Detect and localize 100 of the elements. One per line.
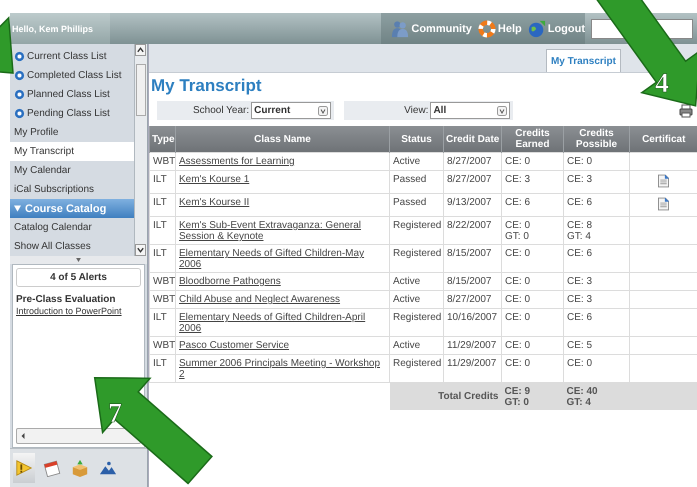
table-cell: CE: 3 bbox=[564, 170, 630, 194]
table-cell: 8/27/2007 bbox=[444, 152, 502, 170]
table-cell: CE: 6 bbox=[502, 194, 564, 216]
caret-icon[interactable] bbox=[19, 432, 27, 440]
tab[interactable]: My Transcript bbox=[546, 49, 621, 72]
table-cell: CE: 3 bbox=[564, 272, 630, 290]
sidebar-item[interactable]: iCal Subscriptions bbox=[10, 180, 134, 199]
chevron-icon bbox=[318, 106, 328, 116]
table-cell: WBT bbox=[150, 152, 176, 170]
column-header[interactable]: Credit Date bbox=[444, 126, 502, 152]
table-cell: CE: 6 bbox=[564, 244, 630, 272]
column-header[interactable]: Status bbox=[390, 126, 444, 152]
column-header[interactable]: Credits Possible bbox=[564, 126, 630, 152]
table-cell: Active bbox=[390, 290, 444, 308]
table-cell: CE: 5 bbox=[564, 336, 630, 354]
document-icon[interactable] bbox=[658, 197, 669, 211]
triangle-icon bbox=[14, 205, 21, 212]
table-cell: CE: 3 bbox=[564, 290, 630, 308]
warning-icon[interactable] bbox=[15, 459, 33, 477]
dropdown[interactable]: All bbox=[430, 102, 510, 119]
caret-icon[interactable] bbox=[135, 44, 146, 56]
field-label: School Year: bbox=[193, 105, 250, 116]
total-cell: CE: 40 GT: 4 bbox=[564, 382, 630, 410]
sidebar-item[interactable]: My Transcript bbox=[10, 142, 134, 161]
lifebuoy-icon bbox=[478, 20, 496, 38]
total-label: Total Credits bbox=[437, 391, 498, 402]
table-cell: 8/15/2007 bbox=[444, 272, 502, 290]
sidebar-item[interactable]: My Calendar bbox=[10, 161, 134, 180]
total-cell: CE: 9 GT: 0 bbox=[502, 382, 564, 410]
table-cell: CE: 0 bbox=[502, 336, 564, 354]
alert-count: 4 of 5 Alerts bbox=[16, 268, 141, 287]
sidebar-item[interactable]: Current Class List bbox=[10, 47, 134, 66]
table-cell: CE: 6 bbox=[564, 194, 630, 216]
field-label: View: bbox=[404, 105, 428, 116]
table-cell: 8/27/2007 bbox=[444, 290, 502, 308]
callout-number: 4 bbox=[655, 68, 669, 99]
sidebar-item[interactable]: Completed Class List bbox=[10, 66, 134, 85]
table-cell: Registered bbox=[390, 244, 444, 272]
table-cell: CE: 8 GT: 4 bbox=[564, 216, 630, 244]
document-icon[interactable] bbox=[658, 174, 669, 188]
page-title: My Transcript bbox=[151, 76, 262, 97]
table-cell: CE: 0 bbox=[502, 152, 564, 170]
table-cell: CE: 0 bbox=[564, 152, 630, 170]
calendar-icon[interactable] bbox=[43, 459, 61, 477]
table-cell: WBT bbox=[150, 290, 176, 308]
sidebar-item[interactable]: Pending Class List bbox=[10, 104, 134, 123]
table-cell: Active bbox=[390, 272, 444, 290]
globe-icon bbox=[528, 20, 546, 38]
table-cell: WBT bbox=[150, 336, 176, 354]
people-icon bbox=[391, 20, 410, 38]
mountains-icon[interactable] bbox=[99, 459, 117, 477]
table-cell: Active bbox=[390, 152, 444, 170]
column-header[interactable]: Certificat bbox=[630, 126, 697, 152]
table-cell: 8/15/2007 bbox=[444, 244, 502, 272]
table-cell: ILT bbox=[150, 308, 176, 336]
table-cell: CE: 0 GT: 0 bbox=[502, 216, 564, 244]
table-cell: Passed bbox=[390, 170, 444, 194]
pin-icon bbox=[14, 108, 25, 119]
scrollbar[interactable] bbox=[16, 428, 141, 444]
table-cell: Registered bbox=[390, 308, 444, 336]
triangle-icon[interactable] bbox=[76, 258, 81, 262]
pin-icon bbox=[14, 89, 25, 100]
table-cell: 10/16/2007 bbox=[444, 308, 502, 336]
table-cell: 8/22/2007 bbox=[444, 216, 502, 244]
callout-number: 7 bbox=[108, 398, 122, 429]
chevron-icon bbox=[497, 106, 508, 116]
greeting-text: Hello, Kem Phillips bbox=[12, 24, 94, 34]
caret-icon[interactable] bbox=[135, 244, 146, 256]
dropdown[interactable]: Current bbox=[251, 102, 332, 119]
table-cell: ILT bbox=[150, 216, 176, 244]
table-cell: 11/29/2007 bbox=[444, 336, 502, 354]
table-cell: Passed bbox=[390, 194, 444, 216]
pin-icon bbox=[14, 70, 25, 81]
table-cell: Active bbox=[390, 336, 444, 354]
printer-icon[interactable] bbox=[679, 104, 693, 118]
table-cell: 8/27/2007 bbox=[444, 170, 502, 194]
column-header[interactable]: Class Name bbox=[176, 126, 390, 152]
table-cell: CE: 0 bbox=[502, 272, 564, 290]
table-cell: 9/13/2007 bbox=[444, 194, 502, 216]
sidebar-item[interactable]: Show All Classes bbox=[10, 237, 134, 256]
pin-icon bbox=[14, 51, 25, 62]
alert-link[interactable]: Introduction to PowerPoint bbox=[16, 306, 141, 316]
table-cell: ILT bbox=[150, 170, 176, 194]
table-cell: CE: 3 bbox=[502, 170, 564, 194]
scrollbar[interactable] bbox=[134, 44, 147, 256]
table-cell: CE: 0 bbox=[502, 308, 564, 336]
column-header[interactable]: Credits Earned bbox=[502, 126, 564, 152]
sidebar-item[interactable]: My Profile bbox=[10, 123, 134, 142]
table-cell: CE: 0 bbox=[502, 290, 564, 308]
sidebar-item[interactable]: Planned Class List bbox=[10, 85, 134, 104]
table-cell: CE: 0 bbox=[502, 244, 564, 272]
table-cell: Registered bbox=[390, 216, 444, 244]
table-cell: ILT bbox=[150, 194, 176, 216]
alert-title: Pre-Class Evaluation bbox=[16, 294, 116, 305]
column-header[interactable]: Type bbox=[150, 126, 176, 152]
scroll-thumb[interactable] bbox=[136, 64, 146, 116]
sidebar-item[interactable]: Catalog Calendar bbox=[10, 218, 134, 237]
table-cell: ILT bbox=[150, 244, 176, 272]
table-cell: CE: 6 bbox=[564, 308, 630, 336]
table-cell: WBT bbox=[150, 272, 176, 290]
